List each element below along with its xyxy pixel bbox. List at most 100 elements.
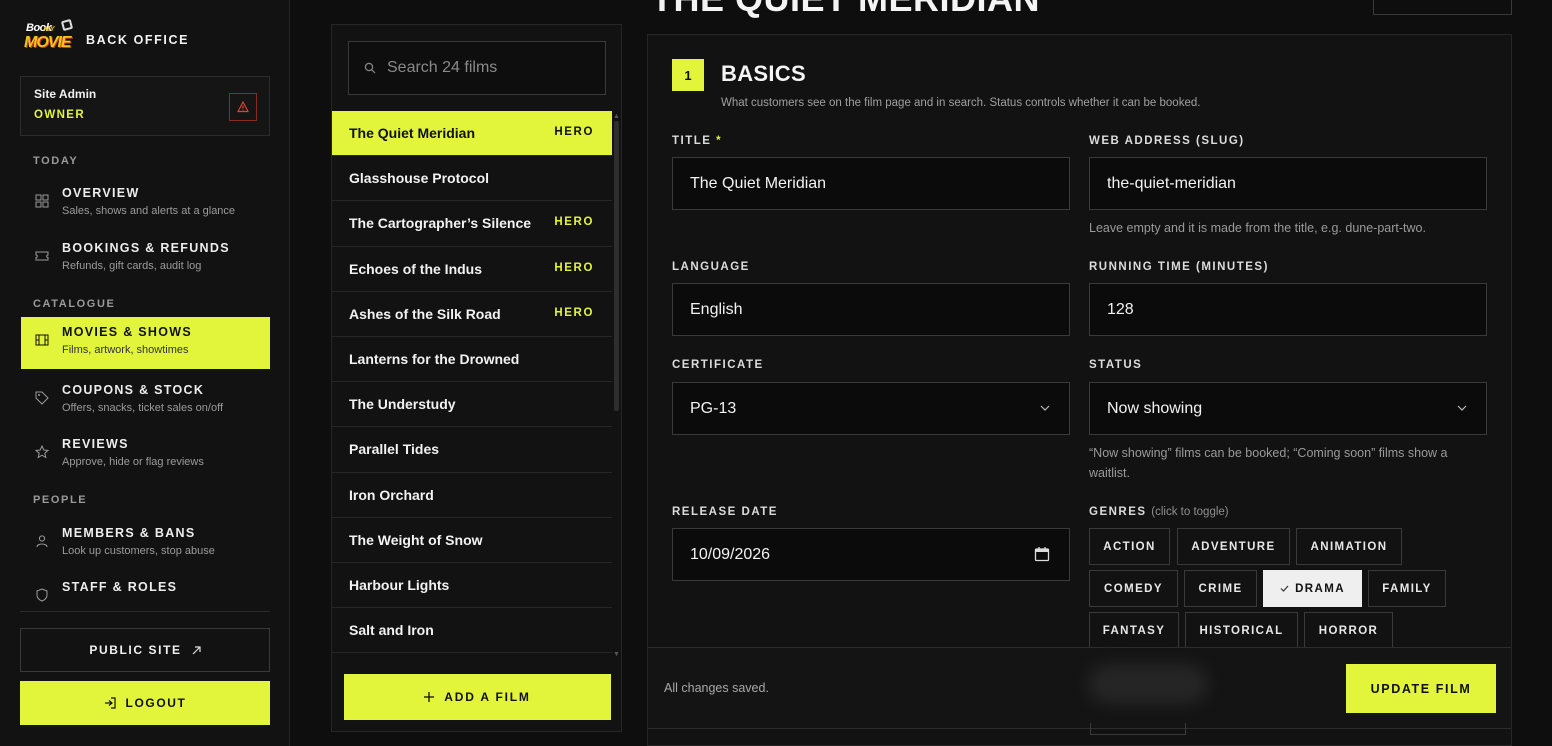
save-bar: All changes saved. UPDATE FILM [648, 647, 1511, 729]
film-list: The Quiet Meridian HERO Glasshouse Protoco… [332, 111, 612, 655]
warning-icon [237, 101, 249, 113]
film-name: Glasshouse Protocol [349, 170, 490, 187]
nav-item-reviews[interactable]: REVIEWS Approve, hide or flag reviews [21, 429, 270, 481]
slug-help: Leave empty and it is made from the titl… [1089, 221, 1426, 235]
language-input[interactable]: English [672, 283, 1070, 336]
nav-item-overview[interactable]: OVERVIEW Sales, shows and alerts at a gl… [21, 178, 270, 230]
add-film-button[interactable]: ADD A FILM [344, 674, 611, 720]
film-list-item[interactable]: Ashes of the Silk Road HERO [332, 292, 612, 337]
logout-button[interactable]: LOGOUT [20, 681, 270, 725]
check-icon [1280, 585, 1289, 592]
title-input[interactable]: The Quiet Meridian [672, 157, 1070, 210]
status-label: STATUS [1089, 359, 1143, 371]
plus-icon [424, 692, 435, 702]
nav-item-movies-shows[interactable]: MOVIES & SHOWS Films, artwork, showtimes [21, 317, 270, 369]
slug-input[interactable]: the-quiet-meridian [1089, 157, 1487, 210]
certificate-select[interactable]: PG-13 [672, 382, 1070, 435]
status-select[interactable]: Now showing [1089, 382, 1487, 435]
film-name: The Quiet Meridian [349, 125, 476, 142]
title-label: TITLE * [672, 135, 723, 147]
film-name: Harbour Lights [349, 576, 450, 593]
status-help: “Now showing” films can be booked; “Comi… [1089, 446, 1448, 480]
nav-item-coupons-stock[interactable]: COUPONS & STOCK Offers, snacks, ticket s… [21, 375, 270, 427]
sidebar-divider [20, 611, 270, 612]
film-list-item[interactable]: The Quiet Meridian HERO [332, 111, 612, 157]
grid-icon [35, 194, 49, 208]
film-list-item[interactable]: Salt and Iron [332, 608, 612, 654]
hero-badge: HERO [554, 126, 594, 138]
user-card: Site Admin OWNER [20, 76, 270, 136]
film-search-input[interactable] [387, 42, 597, 94]
film-name: Iron Orchard [349, 486, 434, 503]
genres-label: GENRES (click to toggle) [1089, 506, 1229, 518]
header-action-button[interactable] [1373, 0, 1512, 15]
film-list-item[interactable]: Harbour Lights [332, 563, 612, 609]
chevron-down-icon [1040, 405, 1050, 411]
brand-name: BACK OFFICE [86, 33, 190, 47]
film-list-item[interactable]: Echoes of the Indus HERO [332, 247, 612, 292]
step-badge: 1 [672, 59, 704, 91]
genre-chip-animation[interactable]: ANIMATION [1296, 528, 1402, 565]
genre-chip-family[interactable]: FAMILY [1368, 570, 1446, 607]
user-role: OWNER [34, 109, 86, 121]
film-name: Salt and Iron [349, 622, 434, 639]
genre-chip-adventure[interactable]: ADVENTURE [1177, 528, 1290, 565]
nav-section-today: TODAY [33, 155, 79, 167]
tag-icon [35, 391, 49, 405]
genre-chip-historical[interactable]: HISTORICAL [1185, 612, 1298, 649]
book-my-movie-logo: Book MY MOVIE [22, 18, 74, 60]
film-list-item[interactable]: The Understudy [332, 382, 612, 428]
film-list-scrollbar[interactable] [614, 121, 619, 411]
user-icon [36, 535, 48, 548]
scroll-down-icon[interactable]: ▼ [613, 651, 620, 658]
film-list-item[interactable]: Iron Orchard [332, 473, 612, 518]
calendar-icon[interactable] [1034, 546, 1050, 562]
toast-shadow [1088, 664, 1208, 704]
release-date-label: RELEASE DATE [672, 506, 778, 518]
scroll-up-icon[interactable]: ▲ [613, 113, 620, 120]
external-link-icon [192, 645, 201, 654]
genre-chip-partial [1090, 723, 1186, 735]
release-date-input[interactable]: 10/09/2026 [672, 528, 1070, 581]
language-label: LANGUAGE [672, 261, 750, 273]
film-list-panel: The Quiet Meridian HERO Glasshouse Protoco… [331, 24, 622, 732]
certificate-label: CERTIFICATE [672, 359, 764, 371]
save-status: All changes saved. [664, 681, 769, 695]
update-film-button[interactable]: UPDATE FILM [1346, 664, 1496, 713]
film-name: Ashes of the Silk Road [349, 305, 501, 322]
film-search[interactable] [348, 41, 606, 95]
alert-button[interactable] [229, 93, 257, 121]
star-icon [35, 445, 49, 459]
genre-chip-fantasy[interactable]: FANTASY [1089, 612, 1179, 649]
film-editor: 1 BASICS What customers see on the film … [647, 34, 1512, 746]
film-icon [35, 334, 49, 346]
brand[interactable]: Book MY MOVIE BACK OFFICE [22, 18, 190, 60]
film-list-item[interactable]: Lanterns for the Drowned [332, 337, 612, 383]
genre-chip-drama[interactable]: DRAMA [1263, 570, 1362, 607]
section-title: BASICS [721, 61, 806, 86]
public-site-button[interactable]: PUBLIC SITE [20, 628, 270, 672]
nav-item-members-bans[interactable]: MEMBERS & BANS Look up customers, stop a… [21, 518, 270, 570]
genre-chip-horror[interactable]: HORROR [1304, 612, 1393, 649]
search-icon [364, 62, 376, 74]
page-title: THE QUIET MERIDIAN [651, 0, 1040, 20]
shield-icon [36, 588, 48, 602]
film-list-item[interactable]: The Cartographer’s Silence HERO [332, 201, 612, 247]
genre-chip-comedy[interactable]: COMEDY [1089, 570, 1178, 607]
film-name: Lanterns for the Drowned [349, 351, 520, 368]
film-list-item[interactable]: The Weight of Snow [332, 518, 612, 563]
hero-badge: HERO [554, 261, 594, 274]
nav-item-bookings-refunds[interactable]: BOOKINGS & REFUNDS Refunds, gift cards, … [21, 233, 270, 285]
genre-chip-action[interactable]: ACTION [1089, 528, 1170, 565]
chevron-down-icon [1457, 405, 1467, 411]
film-name: Parallel Tides [349, 441, 440, 458]
nav-section-catalogue: CATALOGUE [33, 298, 116, 310]
film-list-item[interactable]: Parallel Tides [332, 427, 612, 473]
film-list-item[interactable]: Glasshouse Protocol [332, 156, 612, 202]
user-name: Site Admin [34, 87, 97, 101]
film-name: The Weight of Snow [349, 531, 483, 548]
runtime-input[interactable]: 128 [1089, 283, 1487, 336]
nav-item-staff-roles[interactable]: STAFF & ROLES [21, 572, 270, 608]
clapper-icon [60, 18, 74, 32]
genre-chip-crime[interactable]: CRIME [1184, 570, 1257, 607]
